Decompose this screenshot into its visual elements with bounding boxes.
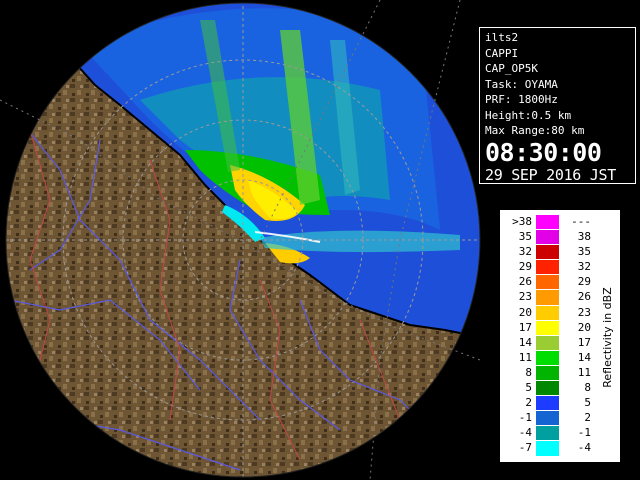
- legend-high: 2: [584, 411, 591, 425]
- legend-low: 23: [518, 290, 532, 304]
- task-name: Task: OYAMA: [485, 77, 558, 91]
- observation-date: 29 SEP 2016 JST: [485, 165, 616, 184]
- legend-low: 29: [518, 260, 532, 274]
- legend-row: 11 14: [506, 350, 592, 365]
- legend-unit-text: Reflectivity in dBZ: [600, 286, 614, 388]
- legend-row: 14 17: [506, 335, 592, 350]
- legend-swatch: [536, 335, 559, 350]
- reflectivity-legend: >38 --- 35 38 32 35 29 32 26 29 23 26 20 23 17 2…: [499, 209, 621, 463]
- legend-swatch: [536, 215, 559, 230]
- legend-rows: >38 --- 35 38 32 35 29 32 26 29 23 26 20 23 17 2…: [506, 214, 592, 456]
- legend-row: -4 -1: [506, 425, 592, 441]
- legend-row: 26 29: [506, 274, 592, 290]
- legend-swatch: [536, 381, 559, 396]
- radar-name: ilts2: [485, 31, 519, 44]
- height-value: Height:0.5 km: [485, 108, 572, 122]
- legend-row: >38 ---: [506, 214, 592, 230]
- legend-low: 20: [518, 305, 532, 319]
- legend-row: 23 26: [506, 289, 592, 305]
- legend-swatch: [536, 230, 559, 245]
- legend-high: -1: [577, 426, 591, 440]
- legend-row: 29 32: [506, 259, 592, 275]
- legend-low: 26: [518, 275, 532, 289]
- max-range-value: Max Range:80 km: [485, 124, 585, 137]
- legend-high: 11: [577, 365, 591, 379]
- observation-time: 08:30:00: [485, 137, 602, 167]
- legend-low: 32: [518, 245, 532, 259]
- legend-row: 17 20: [506, 320, 592, 335]
- legend-low: 14: [518, 335, 532, 349]
- legend-high: 8: [584, 381, 591, 395]
- legend-swatch: [536, 320, 559, 335]
- legend-high: 32: [577, 260, 591, 274]
- legend-swatch: [536, 260, 559, 275]
- legend-low: 17: [518, 320, 532, 334]
- legend-low: 5: [525, 381, 532, 395]
- legend-row: 32 35: [506, 244, 592, 260]
- legend-low: >38: [512, 215, 532, 228]
- radar-info-panel: ilts2 CAPPI CAP_OP5K Task: OYAMA PRF: 18…: [479, 27, 636, 184]
- legend-swatch: [536, 305, 559, 320]
- legend-low: 11: [518, 350, 532, 364]
- legend-high: 5: [584, 396, 591, 410]
- legend-low: -1: [518, 411, 532, 425]
- legend-low: -4: [518, 426, 532, 440]
- legend-high: 17: [577, 335, 591, 349]
- legend-swatch: [536, 245, 559, 260]
- legend-row: 20 23: [506, 305, 592, 320]
- legend-row: 58: [506, 380, 592, 396]
- product-code: CAP_OP5K: [485, 62, 538, 75]
- legend-high: ---: [571, 215, 591, 228]
- legend-low: 8: [525, 365, 532, 379]
- legend-row: 25: [506, 395, 592, 411]
- legend-high: 26: [577, 290, 591, 304]
- prf-value: PRF: 1800Hz: [485, 93, 558, 106]
- legend-low: -7: [518, 441, 532, 455]
- legend-high: 20: [577, 320, 591, 334]
- legend-swatch: [536, 426, 559, 441]
- legend-high: 35: [577, 245, 591, 259]
- legend-row: 35 38: [506, 229, 592, 245]
- legend-swatch: [536, 441, 559, 456]
- legend-low: 2: [525, 396, 532, 410]
- product-type: CAPPI: [485, 46, 519, 60]
- legend-swatch: [536, 365, 559, 381]
- legend-high: -4: [577, 441, 591, 455]
- legend-unit-label: Reflectivity in dBZ: [598, 218, 616, 456]
- legend-high: 29: [577, 275, 591, 289]
- legend-low: 35: [518, 230, 532, 244]
- legend-row: 8 11: [506, 365, 592, 381]
- legend-swatch: [536, 275, 559, 290]
- legend-swatch: [536, 350, 559, 365]
- legend-row: -1 2: [506, 410, 592, 426]
- legend-high: 38: [577, 230, 591, 244]
- legend-high: 23: [577, 305, 591, 319]
- legend-high: 14: [577, 350, 591, 364]
- legend-row: -7 -4: [506, 440, 592, 456]
- legend-swatch: [536, 396, 559, 411]
- legend-swatch: [536, 411, 559, 426]
- legend-swatch: [536, 290, 559, 305]
